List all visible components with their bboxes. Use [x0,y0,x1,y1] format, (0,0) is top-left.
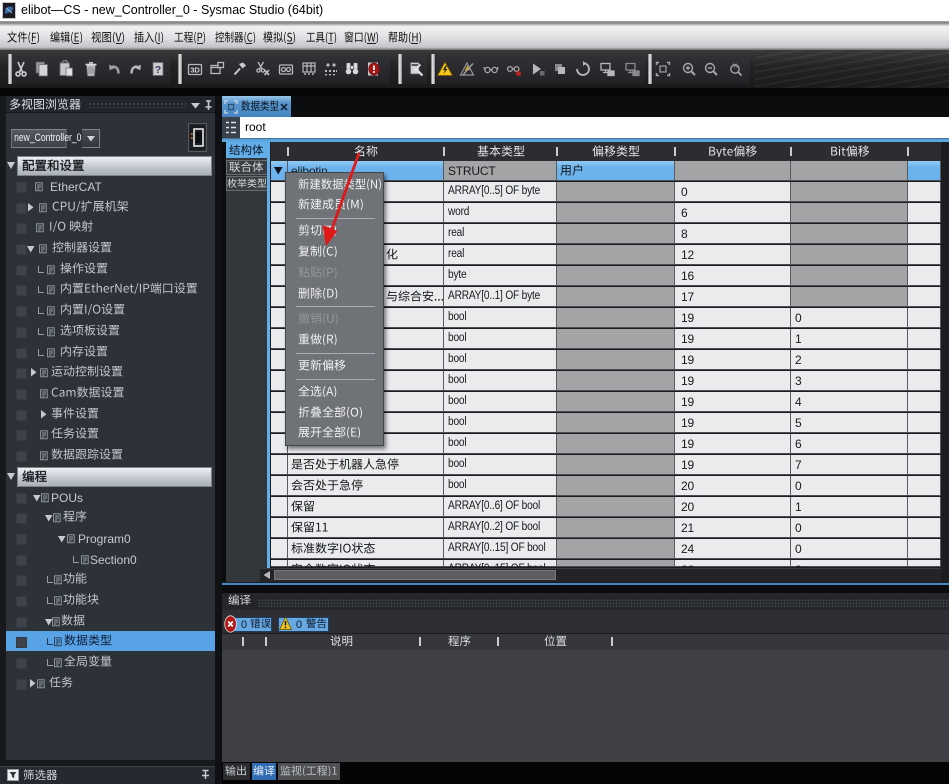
svg-text:?: ? [155,64,161,76]
svg-text:%: % [733,64,739,70]
svg-text:3D: 3D [190,66,200,75]
